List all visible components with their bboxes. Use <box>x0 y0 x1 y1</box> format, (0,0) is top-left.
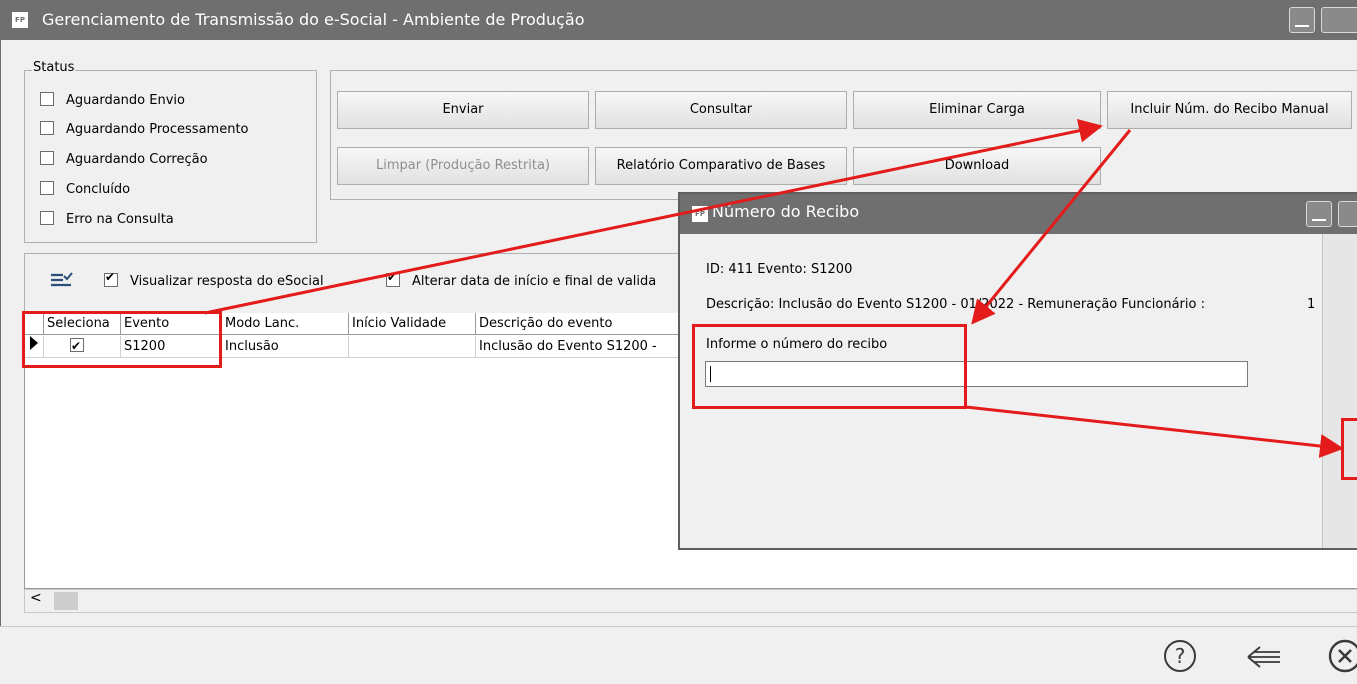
annotation-arrow-to-incluir <box>204 118 1103 315</box>
annotation-arrow-to-field <box>971 129 1132 325</box>
annotation-arrow-to-ok <box>965 405 1344 458</box>
annotation-arrows <box>204 118 1344 458</box>
